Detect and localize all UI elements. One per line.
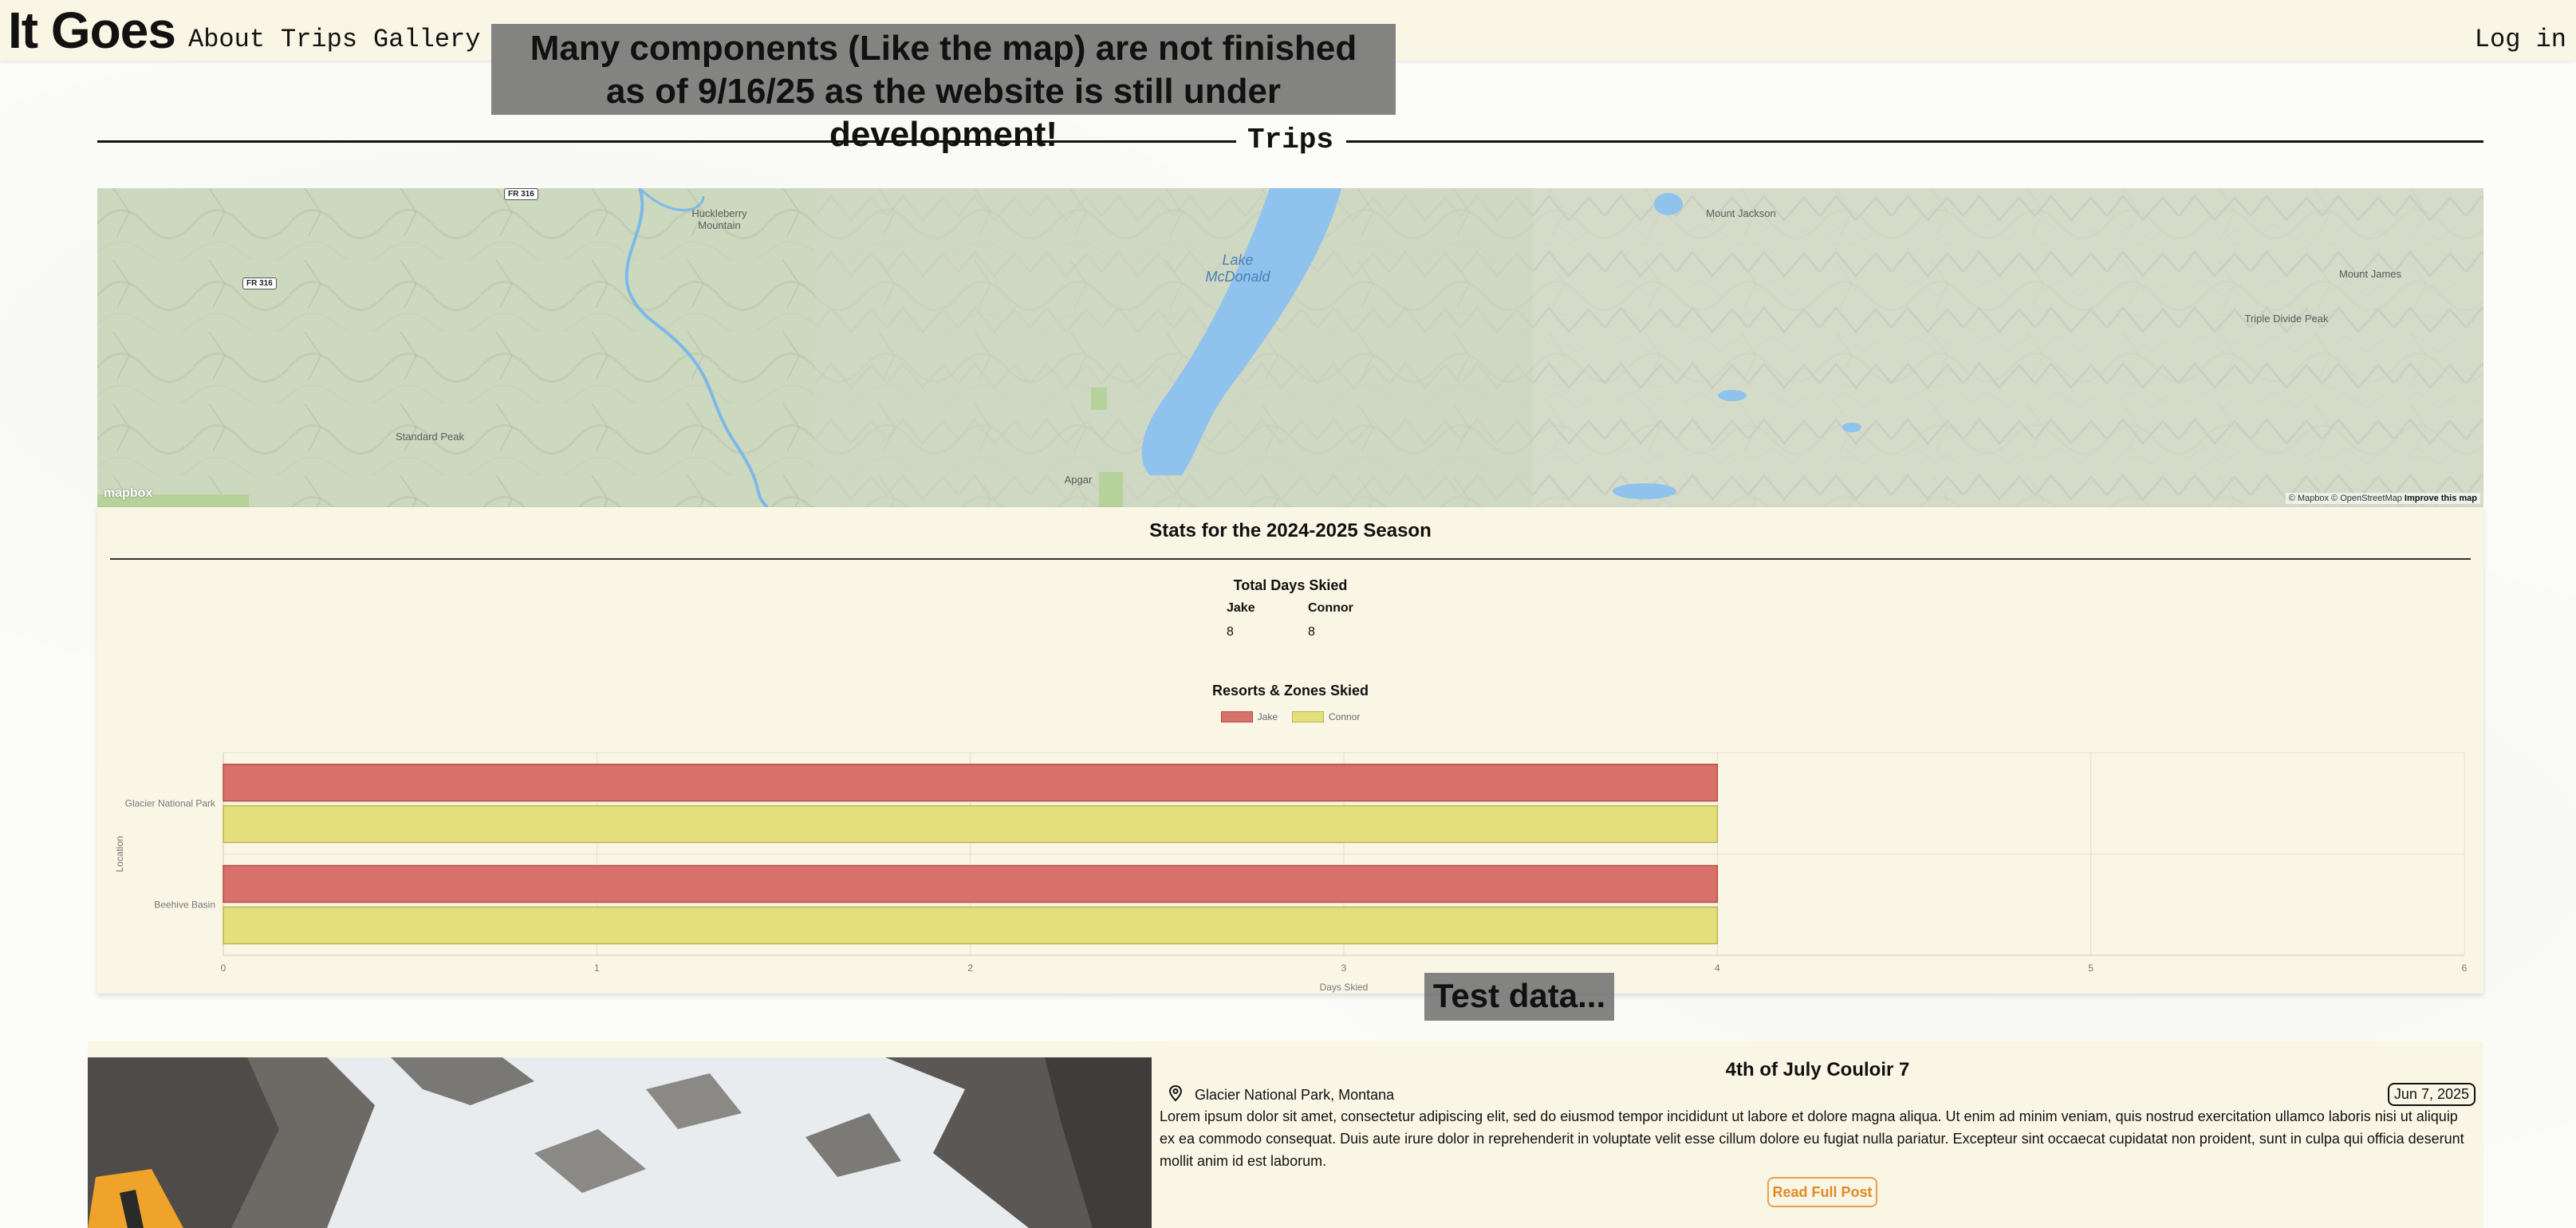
road-badge: FR 316	[242, 277, 277, 289]
total-days-title: Total Days Skied	[1233, 577, 1348, 593]
trips-map[interactable]: FR 316 FR 316 Huckleberry Mountain Lake …	[97, 188, 2483, 507]
chart-legend: Jake Connor	[97, 711, 2483, 722]
x-tick-label: 4	[1715, 962, 1720, 974]
development-notice-line-1: Many components (Like the map) are not f…	[530, 29, 1357, 68]
person-name: Connor	[1308, 601, 1353, 615]
map-label-huckleberry: Huckleberry Mountain	[691, 207, 747, 231]
trip-photo-image	[88, 1057, 1152, 1228]
post-title: 4th of July Couloir 7	[1725, 1059, 1910, 1080]
nav-about-link[interactable]: About	[188, 22, 265, 57]
person-column: Connor 8	[1308, 601, 1404, 640]
x-axis-label: Days Skied	[1320, 982, 1369, 993]
map-label-standard-peak: Standard Peak	[395, 431, 464, 443]
section-title: Trips	[1247, 124, 1334, 156]
map-label-mount-james: Mount James	[2338, 268, 2402, 280]
resorts-bar-chart: 0 1 2 3 4 5 6 Glacier National Park Beehive Basi…	[114, 752, 2468, 993]
trips-section-header: Trips	[97, 120, 2483, 163]
x-tick-label: 3	[1341, 962, 1347, 974]
y-tick-label: Beehive Basin	[154, 899, 215, 911]
bar	[223, 906, 1719, 945]
improve-map-link[interactable]: Improve this map	[2405, 494, 2477, 503]
x-tick-label: 6	[2462, 962, 2468, 974]
location-pin-icon	[1168, 1084, 1184, 1106]
attribution-text[interactable]: © Mapbox © OpenStreetMap	[2289, 494, 2402, 503]
x-tick-label: 0	[221, 962, 226, 974]
post-excerpt: Lorem ipsum dolor sit amet, consectetur …	[1160, 1108, 2464, 1169]
season-stats-panel: Stats for the 2024-2025 Season Total Day…	[97, 507, 2483, 994]
person-days: 8	[1308, 625, 1315, 639]
bar	[223, 805, 1719, 844]
map-label-lake-mcdonald: Lake McDonald	[1205, 252, 1270, 285]
stats-divider	[110, 558, 2471, 560]
legend-swatch	[1292, 711, 1324, 722]
stats-title: Stats for the 2024-2025 Season	[1149, 520, 1432, 541]
test-data-notice: Test data...	[1424, 973, 1614, 1021]
x-tick-label: 1	[594, 962, 600, 974]
y-axis-label: Location	[114, 836, 125, 872]
read-full-post-button[interactable]: Read Full Post	[1767, 1177, 1877, 1207]
x-tick-label: 5	[2088, 962, 2093, 974]
brand-logo[interactable]: It Goes	[8, 0, 176, 61]
map-label-mount-jackson: Mount Jackson	[1706, 207, 1776, 219]
bar	[223, 763, 1719, 802]
nav-trips-link[interactable]: Trips	[281, 22, 357, 57]
trip-photo[interactable]	[88, 1057, 1152, 1228]
bar	[223, 864, 1719, 903]
post-location-text: Glacier National Park, Montana	[1195, 1087, 1395, 1103]
map-label-triple-divide: Triple Divide Peak	[2244, 313, 2329, 325]
legend-item[interactable]: Jake	[1220, 711, 1278, 722]
chart-title: Resorts & Zones Skied	[1211, 683, 1369, 699]
x-tick-label: 2	[967, 962, 973, 974]
post-date-badge: Jun 7, 2025	[2387, 1083, 2476, 1106]
legend-label: Connor	[1329, 711, 1361, 722]
trip-post-card: 4th of July Couloir 7 Glacier National P…	[88, 1041, 2483, 1228]
nav-gallery-link[interactable]: Gallery	[373, 22, 480, 57]
legend-label: Jake	[1257, 711, 1278, 722]
main-nav: About Trips Gallery	[188, 22, 480, 57]
legend-swatch	[1220, 711, 1253, 722]
map-terrain	[97, 188, 2483, 507]
map-attribution: © Mapbox © OpenStreetMap Improve this ma…	[2285, 493, 2480, 504]
login-link[interactable]: Log in	[2475, 22, 2566, 57]
post-location: Glacier National Park, Montana	[1168, 1084, 1394, 1106]
road-badge: FR 316	[504, 188, 538, 200]
development-notice-banner: Many components (Like the map) are not f…	[491, 24, 1396, 154]
map-label-apgar: Apgar	[1064, 474, 1093, 486]
legend-item[interactable]: Connor	[1292, 711, 1360, 722]
y-tick-label: Glacier National Park	[125, 798, 216, 809]
mapbox-logo[interactable]: mapbox	[104, 486, 152, 501]
